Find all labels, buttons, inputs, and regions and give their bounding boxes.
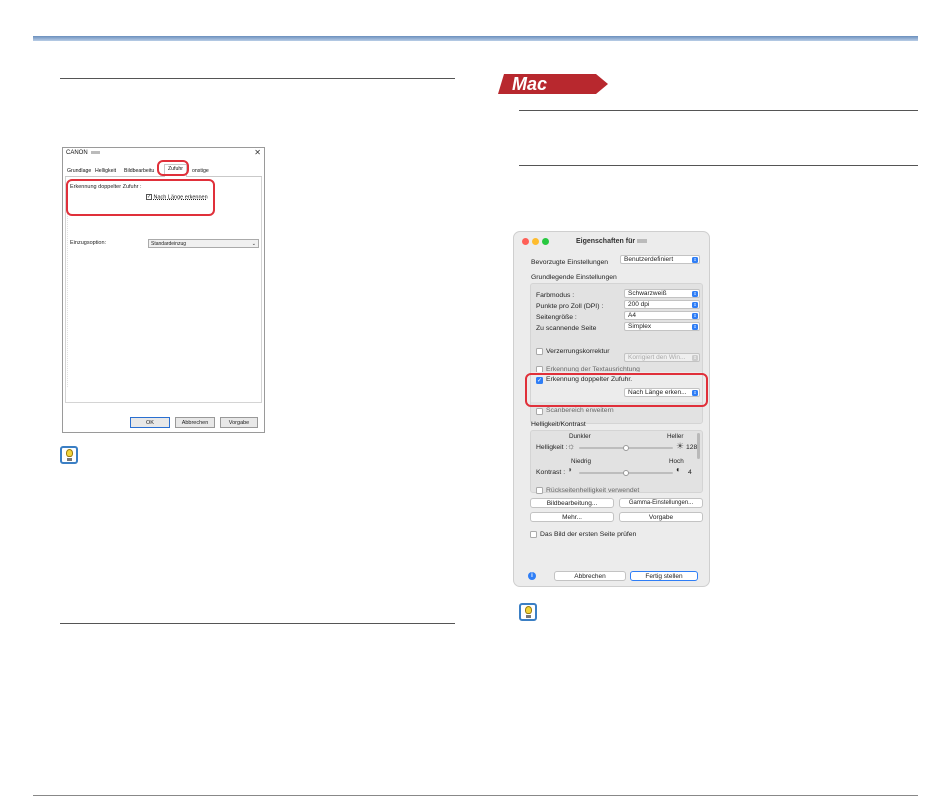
section-rule [519, 110, 918, 111]
tab-other[interactable]: onstige [192, 168, 209, 174]
feed-option-value: Standardeinzug [151, 241, 187, 247]
mac-properties-dialog: Eigenschaften für Bevorzugte Einstellung… [513, 231, 710, 587]
footer-rule [33, 795, 918, 796]
chevron-down-icon: ⌄ [251, 241, 256, 247]
brightness-header: Helligkeit/Kontrast [531, 421, 586, 428]
dialog-title: Eigenschaften für [514, 238, 709, 245]
section-rule [60, 78, 455, 79]
mac-badge: Mac [498, 74, 608, 94]
skew-select: Korrigiert den Win... ⇕ [624, 353, 700, 362]
dpi-select[interactable]: 200 dpi ⇕ [624, 300, 700, 309]
stepper-icon: ⇕ [692, 355, 698, 361]
feed-option-select[interactable]: Standardeinzug ⌄ [148, 239, 259, 248]
backside-label: Rückseitenhelligkeit verwendet [546, 487, 640, 494]
section-rule [60, 623, 455, 624]
header-bar [33, 36, 918, 41]
brightness-low-label: Dunkler [569, 433, 591, 440]
preferred-select[interactable]: Benutzerdefiniert ⇕ [620, 255, 700, 264]
basic-settings-header: Grundlegende Einstellungen [531, 274, 617, 281]
contrast-slider[interactable] [579, 470, 673, 476]
ok-button[interactable]: OK [130, 417, 170, 428]
tab-image-processing[interactable]: Bildbearbeitu [124, 168, 154, 174]
more-button[interactable]: Mehr... [530, 512, 614, 522]
page-size-label: Seitengröße : [536, 314, 577, 321]
stepper-icon: ⇕ [692, 324, 698, 330]
stepper-icon: ⇕ [692, 257, 698, 263]
cancel-button[interactable]: Abbrechen [554, 571, 626, 581]
backside-checkbox[interactable] [536, 487, 543, 496]
preferred-label: Bevorzugte Einstellungen [531, 259, 609, 266]
color-mode-select[interactable]: Schwarzweiß ⇕ [624, 289, 700, 298]
brightness-slider-thumb[interactable] [623, 445, 629, 451]
contrast-label: Kontrast : [536, 469, 566, 476]
side-label: Zu scannende Seite [536, 325, 597, 332]
contrast-icon: ◐ [676, 465, 681, 474]
preferred-value: Benutzerdefiniert [624, 256, 674, 263]
stepper-icon: ⇕ [692, 313, 698, 319]
cancel-button[interactable]: Abbrechen [175, 417, 215, 428]
dpi-label: Punkte pro Zoll (DPI) : [536, 303, 604, 310]
tab-highlight [157, 160, 189, 176]
side-select[interactable]: Simplex ⇕ [624, 322, 700, 331]
double-feed-highlight [525, 373, 708, 407]
brightness-high-label: Heller [667, 433, 684, 440]
color-mode-value: Schwarzweiß [628, 290, 667, 297]
image-processing-button[interactable]: Bildbearbeitung... [530, 498, 614, 508]
tip-lightbulb-icon [519, 603, 537, 621]
default-button[interactable]: Vorgabe [220, 417, 258, 428]
scan-area-label: Scanbereich erweitern [546, 407, 614, 414]
brightness-label: Helligkeit : [536, 444, 568, 451]
contrast-value: 4 [688, 469, 692, 476]
contrast-high-label: Hoch [669, 458, 684, 465]
double-feed-highlight [66, 179, 215, 216]
sun-icon: ☼ [567, 441, 576, 451]
tip-lightbulb-icon [60, 446, 78, 464]
tab-brightness[interactable]: Helligkeit [95, 168, 116, 174]
mac-badge-text: Mac [512, 74, 547, 94]
color-mode-label: Farbmodus : [536, 292, 575, 299]
page-size-select[interactable]: A4 ⇕ [624, 311, 700, 320]
stepper-icon: ⇕ [692, 291, 698, 297]
close-icon[interactable]: ✕ [254, 148, 261, 157]
dpi-value: 200 dpi [628, 301, 650, 308]
skew-checkbox[interactable] [536, 348, 543, 357]
contrast-low-label: Niedrig [571, 458, 591, 465]
section-rule [519, 165, 918, 166]
first-page-label: Das Bild der ersten Seite prüfen [540, 531, 637, 538]
page-size-value: A4 [628, 312, 636, 319]
first-page-checkbox[interactable] [530, 531, 537, 540]
skew-select-value: Korrigiert den Win... [628, 354, 686, 361]
tab-basic[interactable]: Grundlage [67, 168, 91, 174]
default-button[interactable]: Vorgabe [619, 512, 703, 522]
contrast-slider-thumb[interactable] [623, 470, 629, 476]
feed-option-label: Einzugsoption: [70, 240, 107, 246]
skew-label: Verzerrungskorrektur [546, 348, 610, 355]
gamma-settings-button[interactable]: Gamma-Einstellungen... [619, 498, 703, 508]
contrast-icon: ◑ [567, 465, 572, 474]
scrollbar[interactable] [697, 433, 700, 459]
brightness-group: Dunkler Heller Helligkeit : ☼ ☀ 128 Nied… [530, 430, 703, 496]
info-icon[interactable]: i [528, 572, 536, 580]
scan-area-checkbox[interactable] [536, 408, 543, 417]
brightness-value: 128 [686, 444, 698, 451]
stepper-icon: ⇕ [692, 302, 698, 308]
done-button[interactable]: Fertig stellen [630, 571, 698, 581]
windows-properties-dialog: CANON ✕ Grundlage Helligkeit Bildbearbei… [62, 147, 265, 433]
panel-edge [67, 197, 68, 387]
brightness-slider[interactable] [579, 445, 673, 451]
side-value: Simplex [628, 323, 652, 330]
dialog-title: CANON [66, 150, 100, 156]
sun-icon: ☀ [676, 441, 685, 451]
